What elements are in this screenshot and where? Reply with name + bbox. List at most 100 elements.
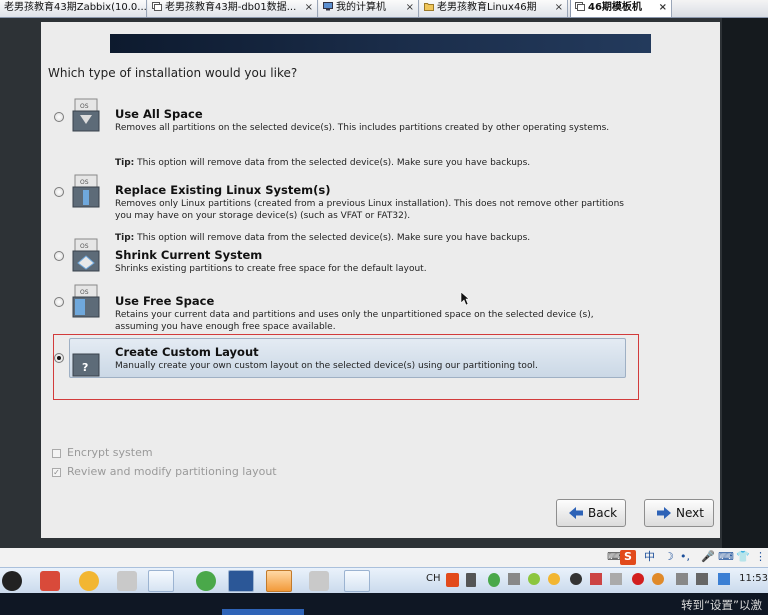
arrow-right-icon <box>657 507 671 519</box>
tab-label: 老男孩教育Linux46期 <box>437 2 537 13</box>
vm-tab-bar: 老男孩教育43期Zabbix(10.0... 老男孩教育43期-db01数据..… <box>0 0 768 18</box>
installer-window: Which type of installation would you lik… <box>41 22 720 538</box>
radio-use-all-space[interactable] <box>54 112 64 122</box>
system-tray: CH 11:53 <box>424 571 768 591</box>
option-title: Shrink Current System <box>115 248 263 262</box>
vm-icon <box>152 2 162 11</box>
app-tray-icon[interactable] <box>548 573 560 585</box>
keyboard-icon[interactable]: ⌨ <box>718 550 734 564</box>
review-layout-label: Review and modify partitioning layout <box>67 465 277 478</box>
svg-text:?: ? <box>82 361 88 374</box>
option-tip: Tip: This option will remove data from t… <box>115 233 530 243</box>
tab-template-vm[interactable]: 46期模板机 × <box>570 0 672 17</box>
radio-shrink-current-system[interactable] <box>54 251 64 261</box>
next-button[interactable]: Next <box>644 499 714 527</box>
remote-desktop-taskbar-button[interactable] <box>344 570 370 592</box>
vm-icon <box>575 2 585 11</box>
network-icon[interactable] <box>676 573 688 585</box>
installation-type-question: Which type of installation would you lik… <box>48 66 298 80</box>
tip-text: This option will remove data from the se… <box>134 233 531 243</box>
console-right-margin <box>722 18 768 548</box>
tab-my-computer[interactable]: 我的计算机 × <box>319 0 419 17</box>
volume-icon[interactable] <box>696 573 708 585</box>
app-icon[interactable] <box>79 571 99 591</box>
taskbar: CH 11:53 <box>0 567 768 594</box>
svg-text:OS: OS <box>80 103 89 110</box>
close-icon[interactable]: × <box>659 0 667 16</box>
tip-label: Tip: <box>115 233 135 243</box>
option-description: Shrinks existing partitions to create fr… <box>115 264 427 274</box>
app-tray-icon[interactable] <box>528 573 540 585</box>
app-icon[interactable] <box>117 571 137 591</box>
language-indicator[interactable]: CH <box>426 573 441 584</box>
qq-icon[interactable] <box>2 571 22 591</box>
option-title: Use Free Space <box>115 294 215 308</box>
svg-text:OS: OS <box>80 179 89 186</box>
word-taskbar-button[interactable] <box>228 570 254 592</box>
ime-language-toggle[interactable]: 中 <box>644 550 655 564</box>
installer-banner <box>110 34 651 53</box>
radio-create-custom-layout[interactable] <box>54 353 64 363</box>
bottom-strip: 转到“设置”以激 <box>0 593 768 615</box>
option-description: Manually create your own custom layout o… <box>115 361 538 371</box>
encrypt-system-checkbox[interactable] <box>52 449 61 458</box>
tab-label: 老男孩教育43期-db01数据... <box>165 2 297 13</box>
vmware-taskbar-button[interactable] <box>266 570 292 592</box>
app-tray-icon[interactable] <box>718 573 730 585</box>
microphone-icon[interactable]: 🎤 <box>701 550 715 564</box>
app-tray-icon[interactable] <box>610 573 622 585</box>
next-label: Next <box>676 506 704 520</box>
app-tray-icon[interactable] <box>508 573 520 585</box>
radio-replace-existing-linux[interactable] <box>54 187 64 197</box>
disk-free-space-icon: OS <box>72 284 100 318</box>
tab-label: 我的计算机 <box>336 2 386 13</box>
disk-shrink-icon: OS <box>72 238 100 272</box>
app-icon[interactable] <box>40 571 60 591</box>
qq-tray-icon[interactable] <box>570 573 582 585</box>
review-layout-checkbox[interactable]: ✓ <box>52 468 61 477</box>
flag-icon[interactable] <box>590 573 602 585</box>
tab-linux46[interactable]: 老男孩教育Linux46期 × <box>420 0 568 17</box>
app-icon[interactable] <box>309 571 329 591</box>
task-progress <box>222 609 304 615</box>
option-description: Removes only Linux partitions (created f… <box>115 199 624 221</box>
option-description: Retains your current data and partitions… <box>115 310 594 332</box>
sogou-icon[interactable]: S <box>620 550 636 565</box>
more-icon[interactable]: ⋮ <box>755 550 766 564</box>
option-tip: Tip: This option will remove data from t… <box>115 158 530 168</box>
tip-label: Tip: <box>115 158 135 168</box>
arrow-left-icon <box>569 507 583 519</box>
option-title: Replace Existing Linux System(s) <box>115 183 331 197</box>
utorrent-icon[interactable] <box>196 571 216 591</box>
utorrent-tray-icon[interactable] <box>488 573 500 587</box>
explorer-taskbar-button[interactable] <box>148 570 174 592</box>
close-icon[interactable]: × <box>555 0 563 16</box>
app-tray-icon[interactable] <box>652 573 664 585</box>
close-icon[interactable]: × <box>305 0 313 16</box>
device-icon[interactable] <box>466 573 476 587</box>
computer-icon <box>323 2 333 11</box>
sogou-tray-icon[interactable] <box>446 573 459 587</box>
activation-hint: 转到“设置”以激 <box>681 598 762 612</box>
disk-erase-icon: OS <box>72 98 100 132</box>
skin-icon[interactable]: 👕 <box>736 550 750 564</box>
encrypt-system-label: Encrypt system <box>67 446 153 459</box>
tip-text: This option will remove data from the se… <box>134 158 531 168</box>
tab-zabbix[interactable]: 老男孩教育43期Zabbix(10.0... <box>0 0 147 17</box>
mouse-pointer-icon <box>460 291 470 306</box>
tab-label: 老男孩教育43期Zabbix(10.0... <box>4 2 147 13</box>
moon-icon[interactable]: ☽ <box>664 550 674 564</box>
radio-use-free-space[interactable] <box>54 297 64 307</box>
option-description: Removes all partitions on the selected d… <box>115 123 610 133</box>
option-title: Use All Space <box>115 107 203 121</box>
custom-layout-icon: ? <box>72 353 100 377</box>
record-icon[interactable] <box>632 573 644 585</box>
punctuation-icon[interactable]: •, <box>680 550 690 564</box>
close-icon[interactable]: × <box>406 0 414 16</box>
back-button[interactable]: Back <box>556 499 626 527</box>
tab-label: 46期模板机 <box>588 2 642 13</box>
svg-text:OS: OS <box>80 289 89 296</box>
svg-text:OS: OS <box>80 243 89 250</box>
tab-db01[interactable]: 老男孩教育43期-db01数据... × <box>148 0 318 17</box>
option-title: Create Custom Layout <box>115 345 259 359</box>
